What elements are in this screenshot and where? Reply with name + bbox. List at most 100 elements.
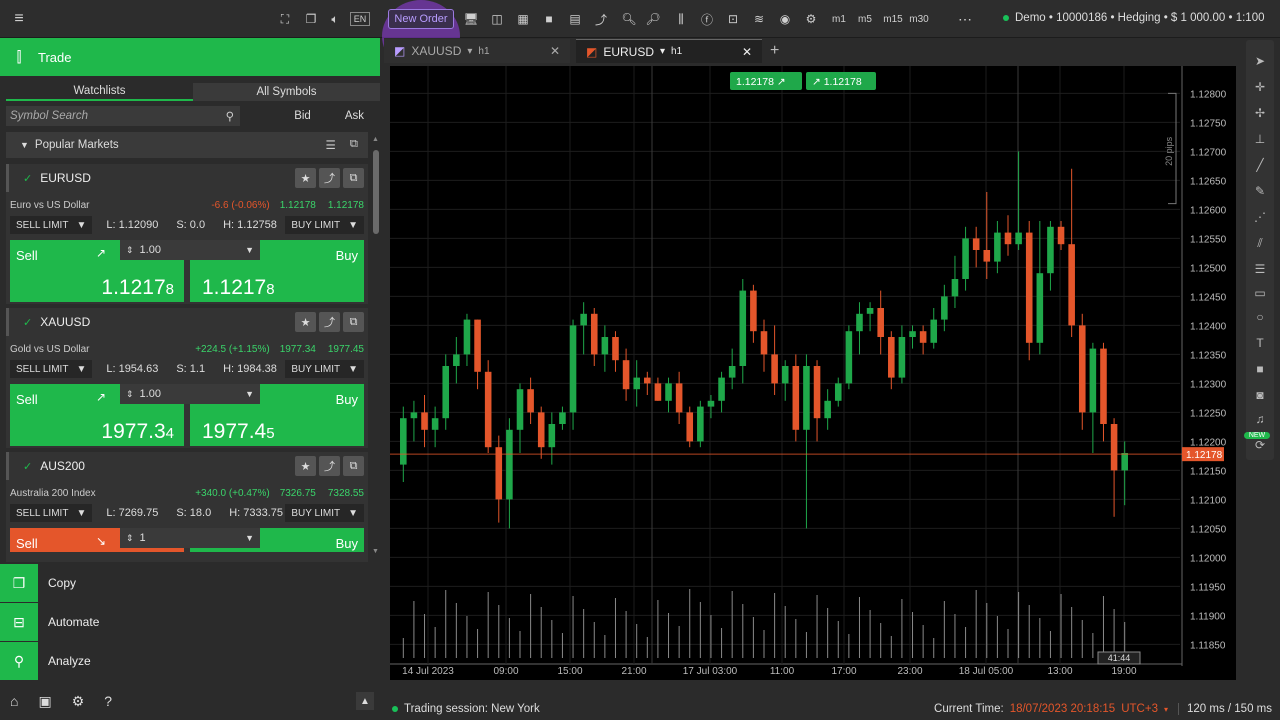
chart-type-icon[interactable]: ⤴ <box>592 9 610 29</box>
settings-gear-icon[interactable]: ⚙︎ <box>72 693 85 710</box>
popout-icon[interactable]: ⧉ <box>343 168 364 188</box>
language-button[interactable]: EN <box>350 12 370 26</box>
tab-all-symbols[interactable]: All Symbols <box>193 83 380 101</box>
popout-icon[interactable]: ⧉ <box>350 138 358 152</box>
current-time-value[interactable]: 18/07/2023 20:18:15 <box>1010 703 1116 715</box>
tile-chart-icon[interactable]: ▤ <box>566 9 584 29</box>
symbol-row[interactable]: ✓ EURUSD ★ ⤴ ⧉ <box>6 164 368 192</box>
close-icon[interactable]: ✕ <box>742 45 752 59</box>
window-icon[interactable]: ❐ <box>302 9 320 29</box>
popular-markets-header[interactable]: ▼ Popular Markets ☰ ⧉ <box>6 132 368 158</box>
eye-icon[interactable]: ◉ <box>776 9 794 29</box>
chart-tab-xauusd[interactable]: ◩ XAUUSD ▾ h1 ✕ <box>384 39 570 63</box>
trendline-icon[interactable]: ╱ <box>1246 158 1274 172</box>
chart-icon[interactable]: ⤴ <box>319 456 340 476</box>
pen-icon[interactable]: ✎ <box>1246 184 1274 198</box>
favorite-star-icon[interactable]: ★ <box>295 456 316 476</box>
candlestick-chart[interactable]: 1.12800 1.12750 1.12700 1.12650 1.12600 1.125… <box>390 66 1236 680</box>
alert-icon[interactable]: ♫ <box>1246 412 1274 426</box>
text-icon[interactable]: T <box>1246 336 1274 350</box>
help-icon[interactable]: ? <box>104 693 112 709</box>
pitchfork-icon[interactable]: ⫽ <box>1246 236 1274 251</box>
buy-limit-select[interactable]: BUY LIMIT ▼ <box>285 360 364 378</box>
buy-limit-select[interactable]: BUY LIMIT ▼ <box>285 504 364 522</box>
buy-limit-select[interactable]: BUY LIMIT ▼ <box>285 216 364 234</box>
chart-settings-icon[interactable]: ⚙︎ <box>802 9 820 29</box>
symbol-search-input[interactable]: Symbol Search ⚲ <box>6 106 240 126</box>
timeframe-m15[interactable]: m15 <box>882 9 904 29</box>
quantity-stepper[interactable]: ⇕ 1.00 ▼ <box>120 240 260 260</box>
magnet-icon[interactable]: ✢ <box>1246 106 1274 120</box>
new-order-button[interactable]: New Order <box>388 9 454 29</box>
close-icon[interactable]: ✕ <box>550 44 560 58</box>
chart-plot[interactable]: 1.12800 1.12750 1.12700 1.12650 1.12600 1.125… <box>390 66 1236 680</box>
indicators-icon[interactable]: ⓕ <box>698 9 716 29</box>
candles-icon[interactable]: ⫼ <box>672 9 690 29</box>
crosshair-icon[interactable]: ✛ <box>1246 80 1274 94</box>
stepper-icon[interactable]: ⇕ <box>126 389 134 400</box>
sell-limit-select[interactable]: SELL LIMIT ▼ <box>10 504 93 522</box>
bot-icon[interactable]: ⊡ <box>724 9 742 29</box>
camera-icon[interactable]: ◙ <box>1246 388 1274 402</box>
quantity-stepper[interactable]: ⇕ 1 ▼ <box>120 528 260 548</box>
chart-icon[interactable]: ⤴ <box>319 168 340 188</box>
multi-chart-icon[interactable]: ▦ <box>514 9 532 29</box>
trade-header[interactable]: ⫿ Trade <box>0 38 380 76</box>
color-icon[interactable]: ■ <box>1246 362 1274 376</box>
chart-icon[interactable]: ⤴ <box>319 312 340 332</box>
timezone-value[interactable]: UTC+3 <box>1121 703 1158 715</box>
zoom-out-icon[interactable]: 🔎︎ <box>644 9 662 29</box>
timeframe-m30[interactable]: m30 <box>908 9 930 29</box>
sound-icon[interactable]: 🔈︎ <box>326 9 344 29</box>
timeframe-m1[interactable]: m1 <box>830 9 848 29</box>
more-icon[interactable]: ⋯ <box>954 9 976 29</box>
chart-tab-dropdown-icon[interactable]: ▾ <box>467 46 472 57</box>
nav-automate[interactable]: ⊟ Automate <box>0 603 380 641</box>
symbol-row[interactable]: ✓ AUS200 ★ ⤴ ⧉ <box>6 452 368 480</box>
candle-body <box>410 412 418 419</box>
cursor-icon[interactable]: ➤ <box>1246 54 1274 68</box>
fib-icon[interactable]: ⋰ <box>1246 210 1274 224</box>
fullscreen-icon[interactable]: ⛶ <box>276 9 294 29</box>
chart-mode-icon[interactable]: 🖥︎ <box>462 9 480 29</box>
rectangle-icon[interactable]: ▭ <box>1246 286 1274 300</box>
single-chart-icon[interactable]: ■ <box>540 9 558 29</box>
scroll-down-icon[interactable]: ▼ <box>372 548 379 555</box>
layers-icon[interactable]: ≋ <box>750 9 768 29</box>
nav-analyze[interactable]: ⚲ Analyze <box>0 642 380 680</box>
timeframe-m5[interactable]: m5 <box>856 9 874 29</box>
chart-tab-dropdown-icon[interactable]: ▾ <box>660 46 665 57</box>
hamburger-menu-icon[interactable]: ≡ <box>8 9 30 29</box>
zoom-in-icon[interactable]: 🔍︎ <box>620 9 638 29</box>
symbol-row[interactable]: ✓ XAUUSD ★ ⤴ ⧉ <box>6 308 368 336</box>
stepper-icon[interactable]: ⇕ <box>126 533 134 544</box>
popout-icon[interactable]: ⧉ <box>343 456 364 476</box>
layout-icon[interactable]: ◫ <box>488 9 506 29</box>
stepper-icon[interactable]: ⇕ <box>126 245 134 256</box>
replay-icon[interactable]: ⟳ <box>1246 438 1274 452</box>
tab-watchlists[interactable]: Watchlists <box>6 83 193 101</box>
collapse-up-icon[interactable]: ▲ <box>356 692 374 710</box>
levels-icon[interactable]: ☰ <box>1246 262 1274 276</box>
favorite-star-icon[interactable]: ★ <box>295 312 316 332</box>
sell-limit-select[interactable]: SELL LIMIT ▼ <box>10 216 93 234</box>
sell-limit-select[interactable]: SELL LIMIT ▼ <box>10 360 93 378</box>
favorite-star-icon[interactable]: ★ <box>295 168 316 188</box>
quick-buy-price[interactable]: ↗ 1.12178 <box>812 76 862 88</box>
measure-icon[interactable]: ⊥ <box>1246 132 1274 146</box>
quantity-stepper[interactable]: ⇕ 1.00 ▼ <box>120 384 260 404</box>
timezone-dropdown-icon[interactable]: ▾ <box>1164 705 1168 714</box>
popout-icon[interactable]: ⧉ <box>343 312 364 332</box>
ellipse-icon[interactable]: ○ <box>1246 310 1274 324</box>
add-tab-icon[interactable]: + <box>770 42 779 60</box>
quick-sell-price[interactable]: 1.12178 ↗ <box>736 76 786 88</box>
scroll-thumb[interactable] <box>373 150 379 234</box>
account-info[interactable]: Demo • 10000186 • Hedging • $ 1 000.00 •… <box>1003 12 1264 24</box>
watchlist-scrollbar[interactable]: ▲ ▼ <box>372 136 380 558</box>
store-icon[interactable]: ⌂ <box>10 693 18 709</box>
list-icon[interactable]: ☰ <box>325 138 335 152</box>
chart-tab-eurusd[interactable]: ◩ EURUSD ▾ h1 ✕ <box>576 39 762 63</box>
nav-copy[interactable]: ❐ Copy <box>0 564 380 602</box>
scroll-up-icon[interactable]: ▲ <box>372 136 379 143</box>
wallet-icon[interactable]: ▣ <box>38 693 51 710</box>
